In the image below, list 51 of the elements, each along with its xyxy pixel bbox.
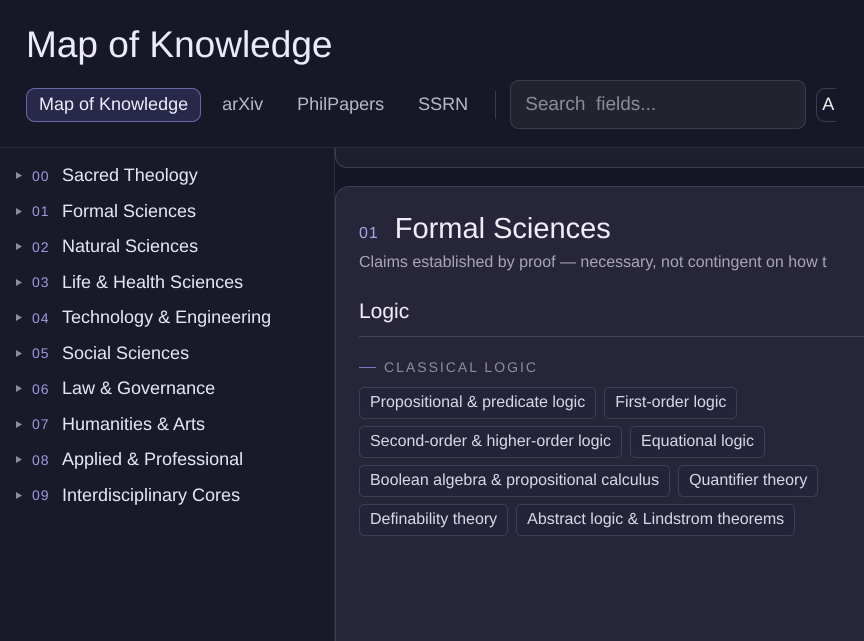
sidebar-item[interactable]: Law & Governance xyxy=(62,378,216,400)
topic-tag[interactable]: Propositional & predicate logic xyxy=(359,387,596,419)
topic-tag[interactable]: Abstract logic & Lindstrom theorems xyxy=(516,504,796,536)
subsection-title: Logic xyxy=(359,300,864,337)
expand-triangle-icon[interactable] xyxy=(16,492,22,499)
topic-tag[interactable]: Equational logic xyxy=(630,426,765,458)
expand-triangle-icon[interactable] xyxy=(16,208,22,215)
field-code: 09 xyxy=(32,487,51,504)
nav-tab[interactable]: PhilPapers xyxy=(284,88,398,122)
sidebar-item[interactable]: Applied & Professional xyxy=(62,449,244,470)
field-code: 01 xyxy=(32,203,51,220)
sidebar-item[interactable]: Sacred Theology xyxy=(62,165,198,186)
group-label: CLASSICAL LOGIC xyxy=(384,359,538,375)
field-code: 05 xyxy=(32,345,51,362)
expand-triangle-icon[interactable] xyxy=(16,350,22,357)
expand-triangle-icon[interactable] xyxy=(16,314,22,322)
expand-triangle-icon[interactable] xyxy=(16,385,22,392)
sidebar-item[interactable]: Natural Sciences xyxy=(62,236,198,258)
topic-tag[interactable]: Boolean algebra & propositional calculus xyxy=(359,465,670,497)
sidebar-item[interactable]: Formal Sciences xyxy=(62,200,196,222)
topic-tag[interactable]: Quantifier theory xyxy=(678,465,818,497)
expand-triangle-icon[interactable] xyxy=(16,172,22,180)
sidebar-item[interactable]: Social Sciences xyxy=(62,342,190,364)
topic-tag[interactable]: Definability theory xyxy=(359,504,508,536)
field-code: 03 xyxy=(32,274,51,290)
sidebar-item[interactable]: Interdisciplinary Cores xyxy=(62,484,240,506)
sidebar-item[interactable]: Life & Health Sciences xyxy=(62,272,244,293)
field-code: 00 xyxy=(32,168,51,184)
field-code: 02 xyxy=(32,238,51,255)
dash-icon xyxy=(359,366,376,368)
expand-triangle-icon[interactable] xyxy=(16,420,22,428)
nav-tab[interactable]: SSRN xyxy=(405,88,482,122)
topic-tag[interactable]: Second-order & higher-order logic xyxy=(359,426,622,458)
topic-tag[interactable]: First-order logic xyxy=(604,387,738,419)
field-code: 04 xyxy=(32,310,51,326)
sidebar-item[interactable]: Technology & Engineering xyxy=(62,307,272,328)
page-title: Map of Knowledge xyxy=(26,24,334,66)
expand-triangle-icon[interactable] xyxy=(16,456,22,464)
header-button[interactable]: A xyxy=(816,88,836,122)
nav-tab[interactable]: Map of Knowledge xyxy=(26,88,202,122)
sidebar-item[interactable]: Humanities & Arts xyxy=(62,414,206,435)
expand-triangle-icon[interactable] xyxy=(16,243,22,250)
field-code: 08 xyxy=(32,452,51,468)
expand-triangle-icon[interactable] xyxy=(16,278,22,286)
search-field[interactable]: Search fields... xyxy=(510,80,806,129)
section-title: Formal Sciences xyxy=(394,213,611,246)
field-code: 07 xyxy=(32,416,51,432)
section-code: 01 xyxy=(359,225,379,243)
field-code: 06 xyxy=(32,380,51,397)
nav-tab[interactable]: arXiv xyxy=(209,88,276,122)
section-description: Claims established by proof — necessary, not contingent on how t xyxy=(359,254,828,272)
